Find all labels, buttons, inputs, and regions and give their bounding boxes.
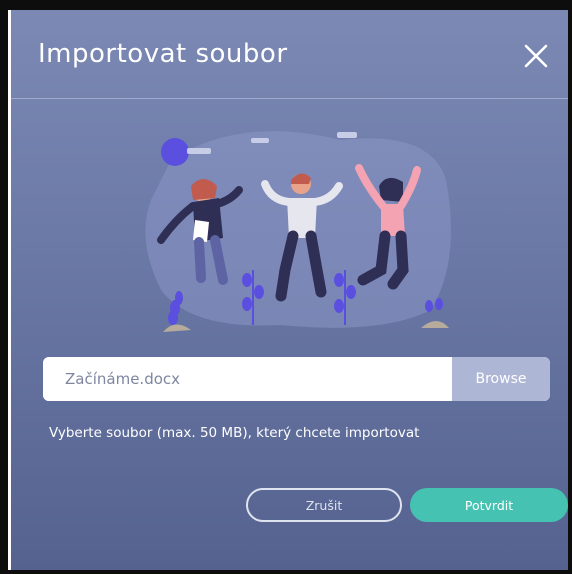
celebration-illustration (145, 131, 451, 332)
confirm-button[interactable]: Potvrdit (410, 488, 568, 522)
close-icon[interactable] (520, 40, 552, 72)
dialog-title: Importovat soubor (38, 39, 288, 69)
file-hint: Vyberte soubor (max. 50 MB), který chcet… (49, 425, 420, 441)
file-picker: Browse (43, 357, 550, 401)
file-name-input[interactable] (43, 357, 452, 401)
import-file-dialog: Importovat soubor Začínáme.docx Browse V… (11, 10, 568, 570)
rock-right (421, 321, 449, 328)
rock-left (163, 324, 191, 332)
browse-button[interactable]: Browse (452, 357, 550, 401)
moon-shape (161, 138, 189, 166)
header-divider (11, 98, 568, 99)
cancel-button[interactable]: Zrušit (246, 488, 402, 522)
